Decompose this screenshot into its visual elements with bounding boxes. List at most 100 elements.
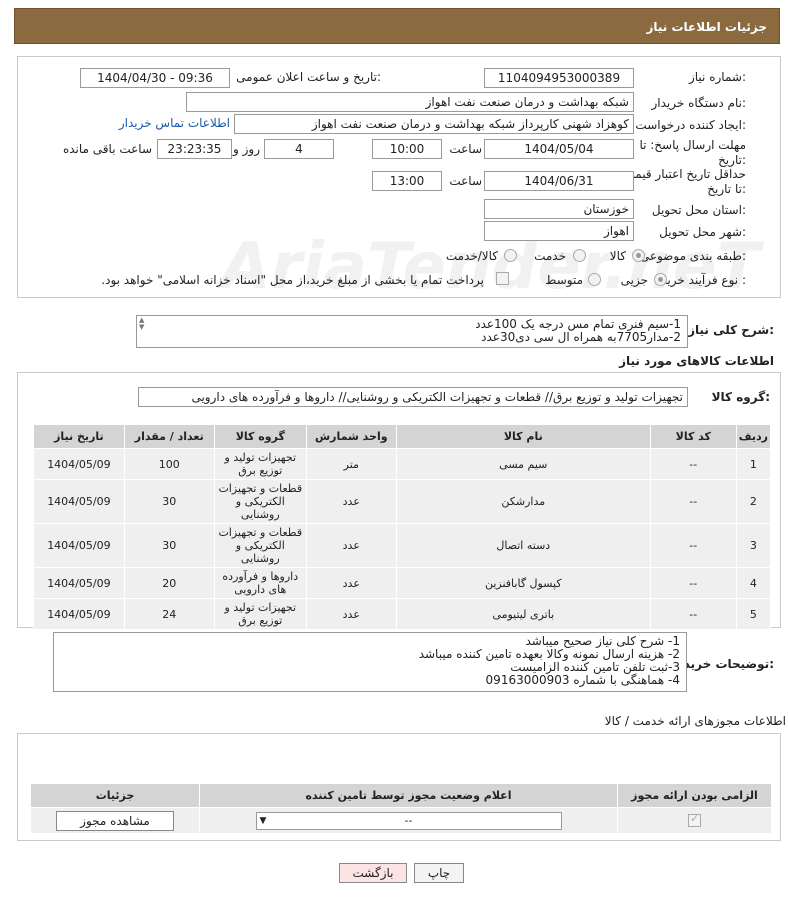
cell-qty: 100 xyxy=(123,448,215,480)
cell-qty: 24 xyxy=(123,598,215,630)
summary-line-2: 2-مدار7705به همراه ال سی دی30عدد xyxy=(481,330,681,344)
col-permit-status: اعلام وضعیت مجوز توسط تامین کننده xyxy=(199,783,618,808)
city-field: اهواز xyxy=(484,221,634,241)
cell-code: -- xyxy=(649,567,737,599)
print-button[interactable]: چاپ xyxy=(414,863,464,883)
cell-group: تجهیزات تولید و توزیع برق xyxy=(213,448,307,480)
goods-group-label: گروه کالا: xyxy=(711,390,770,404)
cell-qty: 30 xyxy=(123,479,215,524)
col-permit-required: الزامی بودن ارائه مجوز xyxy=(617,783,772,808)
days-label: روز و xyxy=(233,142,260,156)
permit-status-select[interactable]: -- ▼ xyxy=(255,811,562,830)
remaining-label: ساعت باقی مانده xyxy=(62,142,152,156)
cell-unit: عدد xyxy=(305,479,397,524)
validity-time-label: ساعت xyxy=(449,174,482,188)
requester-field: کوهزاد شهنی کارپرداز شبکه بهداشت و درمان… xyxy=(234,114,634,134)
process-medium-radio[interactable] xyxy=(588,273,601,286)
cell-qty: 20 xyxy=(123,567,215,599)
summary-textarea[interactable]: 1-سیم فنری تمام مس درجه یک 100عدد 2-مدار… xyxy=(136,315,688,348)
scroll-arrows-icon[interactable]: ▲ ▼ xyxy=(139,317,144,331)
cell-row: 5 xyxy=(735,598,772,630)
process-minor-radio[interactable] xyxy=(654,273,667,286)
announce-field: 1404/04/30 - 09:36 xyxy=(80,68,230,88)
process-label: نوع فرآیند خرید : xyxy=(661,273,746,287)
col-qty: تعداد / مقدار xyxy=(123,424,215,449)
announce-label: تاریخ و ساعت اعلان عمومی: xyxy=(236,70,381,84)
col-code: کد کالا xyxy=(649,424,737,449)
col-name: نام کالا xyxy=(395,424,651,449)
permits-table-header: الزامی بودن ارائه مجوز اعلام وضعیت مجوز … xyxy=(30,783,772,808)
cell-unit: عدد xyxy=(305,567,397,599)
cell-row: 3 xyxy=(735,523,772,568)
contact-buyer-link[interactable]: اطلاعات تماس خریدار xyxy=(119,116,230,130)
days-field: 4 xyxy=(264,139,334,159)
cell-date: 1404/05/09 xyxy=(33,479,125,524)
deadline-time-label: ساعت xyxy=(449,142,482,156)
cell-group: قطعات و تجهیزات الکتریکی و روشنایی xyxy=(213,479,307,524)
cell-name: دسته اتصال xyxy=(395,523,651,568)
need-number-label: شماره نیاز: xyxy=(688,70,746,84)
validity-label: حداقل تاریخ اعتبار قیمت: تا تاریخ: xyxy=(619,167,746,196)
category-both-radio[interactable] xyxy=(504,249,517,262)
permits-table: الزامی بودن ارائه مجوز اعلام وضعیت مجوز … xyxy=(30,783,772,834)
cell-permit-details: مشاهده مجوز xyxy=(30,807,200,834)
cell-group: تجهیزات تولید و توزیع برق xyxy=(213,598,307,630)
buyer-org-label: نام دستگاه خریدار: xyxy=(651,96,747,110)
goods-table-header: ردیف کد کالا نام کالا واحد شمارش گروه کا… xyxy=(33,424,772,449)
table-row: 1 -- سیم مسی متر تجهیزات تولید و توزیع ب… xyxy=(33,448,772,480)
goods-table: ردیف کد کالا نام کالا واحد شمارش گروه کا… xyxy=(33,424,772,630)
cell-unit: متر xyxy=(305,448,397,480)
cell-qty: 30 xyxy=(123,523,215,568)
page-header: جزئیات اطلاعات نیاز xyxy=(14,8,780,44)
cell-name: باتری لیتیومی xyxy=(395,598,651,630)
col-unit: واحد شمارش xyxy=(305,424,397,449)
validity-date-field: 1404/06/31 xyxy=(484,171,634,191)
permit-status-value: -- xyxy=(404,813,413,827)
need-number-field: 1104094953000389 xyxy=(484,68,634,88)
permits-title: اطلاعات مجوزهای ارائه خدمت / کالا xyxy=(604,714,786,728)
buyer-org-field: شبکه بهداشت و درمان صنعت نفت اهواز xyxy=(186,92,634,112)
table-row: 5 -- باتری لیتیومی عدد تجهیزات تولید و ت… xyxy=(33,598,772,630)
cell-date: 1404/05/09 xyxy=(33,567,125,599)
requester-label: ایجاد کننده درخواست: xyxy=(635,118,746,132)
validity-time-field: 13:00 xyxy=(372,171,442,191)
back-button[interactable]: بازگشت xyxy=(339,863,407,883)
province-field: خوزستان xyxy=(484,199,634,219)
permit-required-checkbox[interactable]: ✓ xyxy=(688,812,701,828)
table-row: 4 -- کپسول گابافنزین عدد داروها و فرآورد… xyxy=(33,567,772,599)
process-medium-label: متوسط xyxy=(545,273,583,287)
province-label: استان محل تحویل: xyxy=(651,203,746,217)
cell-group: قطعات و تجهیزات الکتریکی و روشنایی xyxy=(213,523,307,568)
col-permit-details: جزئیات xyxy=(30,783,200,808)
process-minor-label: جزیی xyxy=(620,273,648,287)
cell-code: -- xyxy=(649,448,737,480)
cell-name: سیم مسی xyxy=(395,448,651,480)
goods-group-field: تجهیزات تولید و توزیع برق// قطعات و تجهی… xyxy=(138,387,688,407)
cell-row: 1 xyxy=(735,448,772,480)
category-service-radio[interactable] xyxy=(573,249,586,262)
table-row: 2 -- مدارشکن عدد قطعات و تجهیزات الکتریک… xyxy=(33,479,772,524)
view-permit-button[interactable]: مشاهده مجوز xyxy=(56,810,174,831)
category-label: طبقه بندی موضوعی: xyxy=(639,249,746,263)
buyer-notes-textarea[interactable]: 1- شرح کلی نیاز صحیح میباشد 2- هزینه ارس… xyxy=(53,632,687,692)
cell-group: داروها و فرآورده های دارویی xyxy=(213,567,307,599)
deadline-date-field: 1404/05/04 xyxy=(484,139,634,159)
table-row: ✓ -- ▼ مشاهده مجوز xyxy=(30,807,772,834)
category-both-label: کالا/خدمت xyxy=(445,249,498,263)
cell-date: 1404/05/09 xyxy=(33,523,125,568)
cell-code: -- xyxy=(649,523,737,568)
cell-date: 1404/05/09 xyxy=(33,448,125,480)
checkmark-icon: ✓ xyxy=(690,812,700,826)
buyer-notes-label: توضیحات خریدار: xyxy=(672,657,774,671)
cell-name: کپسول گابافنزین xyxy=(395,567,651,599)
category-goods-radio[interactable] xyxy=(632,249,645,262)
cell-name: مدارشکن xyxy=(395,479,651,524)
goods-section-title: اطلاعات کالاهای مورد نیاز xyxy=(619,354,774,368)
deadline-time-field: 10:00 xyxy=(372,139,442,159)
category-goods-label: کالا xyxy=(609,249,626,263)
col-date: تاریخ نیاز xyxy=(33,424,125,449)
treasury-payment-note: پرداخت تمام یا بخشی از مبلغ خرید،از محل … xyxy=(101,273,484,287)
cell-code: -- xyxy=(649,598,737,630)
treasury-payment-checkbox[interactable] xyxy=(496,272,509,285)
table-row: 3 -- دسته اتصال عدد قطعات و تجهیزات الکت… xyxy=(33,523,772,568)
